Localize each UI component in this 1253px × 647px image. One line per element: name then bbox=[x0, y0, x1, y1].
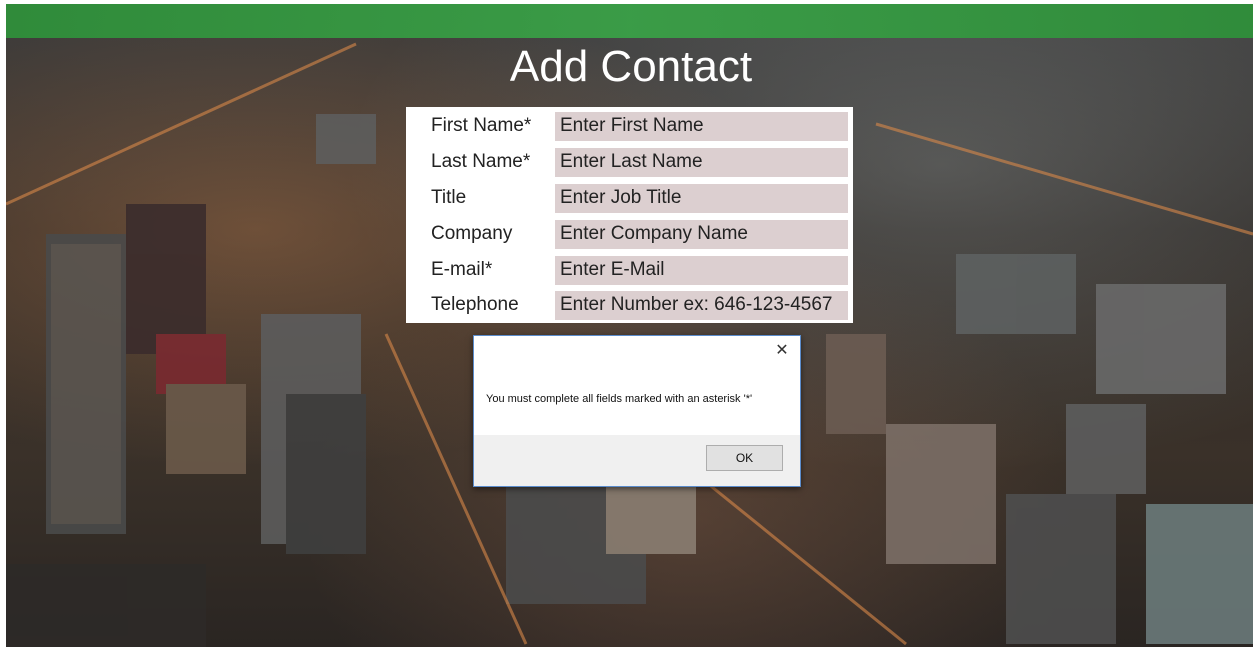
city-skyline-illustration bbox=[6, 42, 1253, 647]
telephone-label: Telephone bbox=[431, 294, 519, 315]
email-input[interactable]: Enter E-Mail bbox=[555, 256, 848, 285]
contact-form: First Name* Enter First Name Last Name* … bbox=[406, 107, 853, 323]
form-row-email: E-mail* Enter E-Mail bbox=[406, 256, 853, 288]
title-input[interactable]: Enter Job Title bbox=[555, 184, 848, 213]
company-label: Company bbox=[431, 223, 513, 244]
telephone-input[interactable]: Enter Number ex: 646-123-4567 bbox=[555, 291, 848, 320]
ok-button[interactable]: OK bbox=[706, 445, 783, 471]
form-row-first-name: First Name* Enter First Name bbox=[406, 112, 853, 144]
company-input[interactable]: Enter Company Name bbox=[555, 220, 848, 249]
form-row-last-name: Last Name* Enter Last Name bbox=[406, 148, 853, 180]
email-label: E-mail* bbox=[431, 259, 493, 280]
form-row-company: Company Enter Company Name bbox=[406, 220, 853, 252]
title-label: Title bbox=[431, 187, 467, 208]
form-row-title: Title Enter Job Title bbox=[406, 184, 853, 216]
header-bar bbox=[6, 4, 1253, 38]
dialog-message: You must complete all fields marked with… bbox=[486, 393, 753, 405]
validation-dialog: ✕ You must complete all fields marked wi… bbox=[473, 335, 801, 487]
app-window: Add Contact First Name* Enter First Name… bbox=[0, 0, 1253, 647]
last-name-label: Last Name* bbox=[431, 151, 531, 172]
form-row-telephone: Telephone Enter Number ex: 646-123-4567 bbox=[406, 291, 853, 323]
last-name-input[interactable]: Enter Last Name bbox=[555, 148, 848, 177]
close-icon[interactable]: ✕ bbox=[772, 340, 792, 360]
page-title: Add Contact bbox=[509, 42, 753, 91]
dialog-footer: OK bbox=[474, 435, 800, 486]
background-image bbox=[6, 4, 1253, 647]
first-name-input[interactable]: Enter First Name bbox=[555, 112, 848, 141]
first-name-label: First Name* bbox=[431, 115, 532, 136]
